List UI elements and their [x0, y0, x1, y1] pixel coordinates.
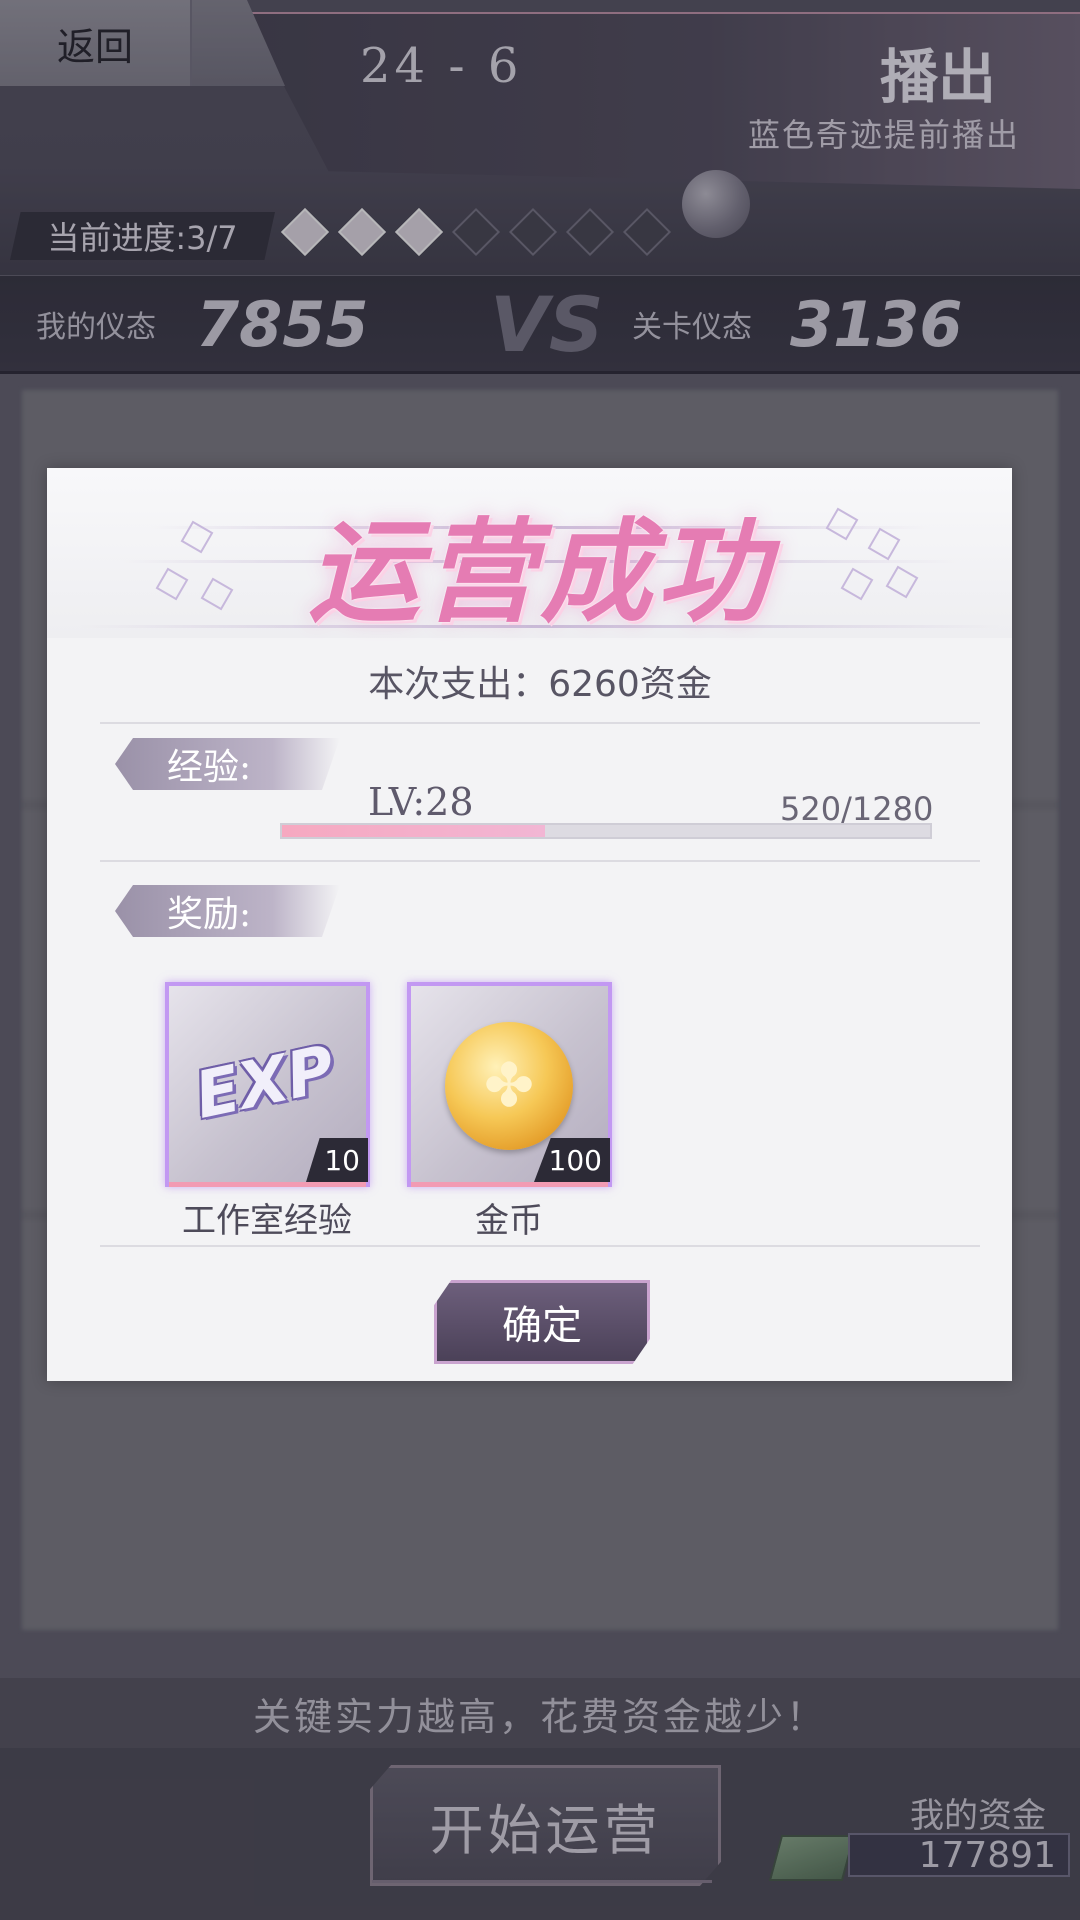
divider: [100, 860, 980, 862]
reward-card-underline: [411, 1182, 608, 1187]
exp-progress-fill: [282, 825, 545, 837]
reward-name: 工作室经验: [182, 1201, 352, 1241]
reward-name: 金币: [475, 1201, 543, 1241]
reward-card-underline: [169, 1182, 366, 1187]
level-text: LV:28: [368, 780, 474, 824]
coin-icon: ✤: [445, 1022, 573, 1150]
reward-section-label: 奖励:: [115, 885, 340, 937]
divider: [100, 722, 980, 724]
expense-text: 本次支出：6260资金: [368, 664, 712, 705]
exp-section-label: 经验:: [115, 738, 340, 790]
confirm-button[interactable]: 确定: [434, 1280, 650, 1364]
divider: [100, 1245, 980, 1247]
dialog-title: 运营成功: [308, 508, 772, 638]
